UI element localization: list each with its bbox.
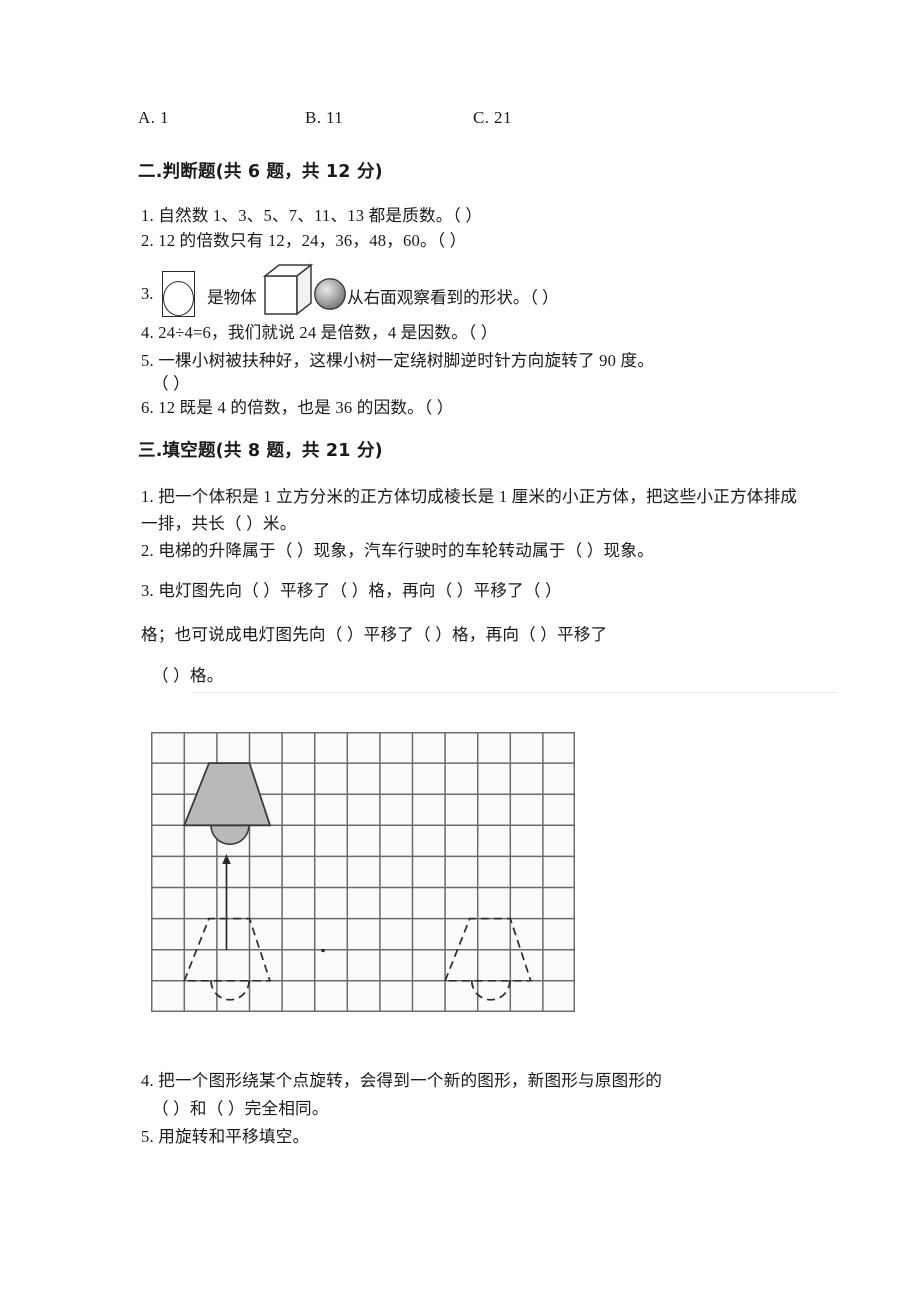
choice-option-c: C. 21 — [473, 108, 512, 127]
choice-option-a: A. 1 — [138, 108, 169, 127]
judgement-question-5-line-1: 5. 一棵小树被扶种好，这棵小树一定绕树脚逆时针方向旋转了 90 度。 — [141, 351, 655, 370]
fill-blank-question-5: 5. 用旋转和平移填空。 — [141, 1127, 310, 1146]
fill-blank-question-2: 2. 电梯的升降属于（ ）现象，汽车行驶时的车轮转动属于（ ）现象。 — [141, 541, 654, 560]
fill-blank-question-3-line-3: （ ）格。 — [152, 666, 224, 685]
judgement-question-4: 4. 24÷4=6，我们就说 24 是倍数，4 是因数。（ ） — [141, 323, 498, 342]
fill-blank-question-3-line-1: 3. 电灯图先向（ ）平移了（ ）格，再向（ ）平移了（ ） — [141, 581, 562, 600]
judgement-question-3-tail-text: 从右面观察看到的形状。（ ） — [347, 288, 559, 307]
dotted-separator — [192, 692, 837, 694]
circle-inside-rectangle-icon — [163, 281, 194, 316]
lamp-translation-grid — [151, 732, 575, 1012]
sphere-icon — [313, 277, 347, 311]
fill-blank-question-4-line-1: 4. 把一个图形绕某个点旋转，会得到一个新的图形，新图形与原图形的 — [141, 1071, 663, 1090]
rectangle-with-circle-icon — [162, 271, 195, 317]
fill-blank-question-4-line-2: （ ）和（ ）完全相同。 — [152, 1099, 329, 1118]
section-two-heading: 二.判断题(共 6 题，共 12 分) — [138, 162, 383, 182]
judgement-question-2: 2. 12 的倍数只有 12，24，36，48，60。（ ） — [141, 231, 467, 250]
judgement-question-6: 6. 12 既是 4 的倍数，也是 36 的因数。（ ） — [141, 398, 454, 417]
judgement-question-3-middle-text: 是物体 — [207, 288, 257, 307]
fill-blank-question-1: 1. 把一个体积是 1 立方分米的正方体切成棱长是 1 厘米的小正方体，把这些小… — [141, 487, 798, 533]
choice-options-row: A. 1 B. 11 C. 21 — [138, 108, 838, 134]
lamp-translation-grid-svg — [151, 732, 575, 1012]
judgement-question-3: 3. 是物体 从右面观察看到的形状。（ ） — [141, 262, 841, 320]
fill-blank-question-3-line-2: 格；也可说成电灯图先向（ ）平移了（ ）格，再向（ ）平移了 — [141, 625, 608, 644]
worksheet-page: A. 1 B. 11 C. 21 二.判断题(共 6 题，共 12 分) 1. … — [0, 0, 920, 1302]
center-dot — [321, 948, 325, 953]
judgement-question-3-number: 3. — [141, 284, 154, 303]
judgement-question-5-line-2: （ ） — [152, 374, 190, 393]
judgement-question-1: 1. 自然数 1、3、5、7、11、13 都是质数。（ ） — [141, 206, 483, 225]
section-three-heading: 三.填空题(共 8 题，共 21 分) — [138, 441, 383, 461]
cuboid-icon — [261, 262, 319, 318]
choice-option-b: B. 11 — [305, 108, 344, 127]
